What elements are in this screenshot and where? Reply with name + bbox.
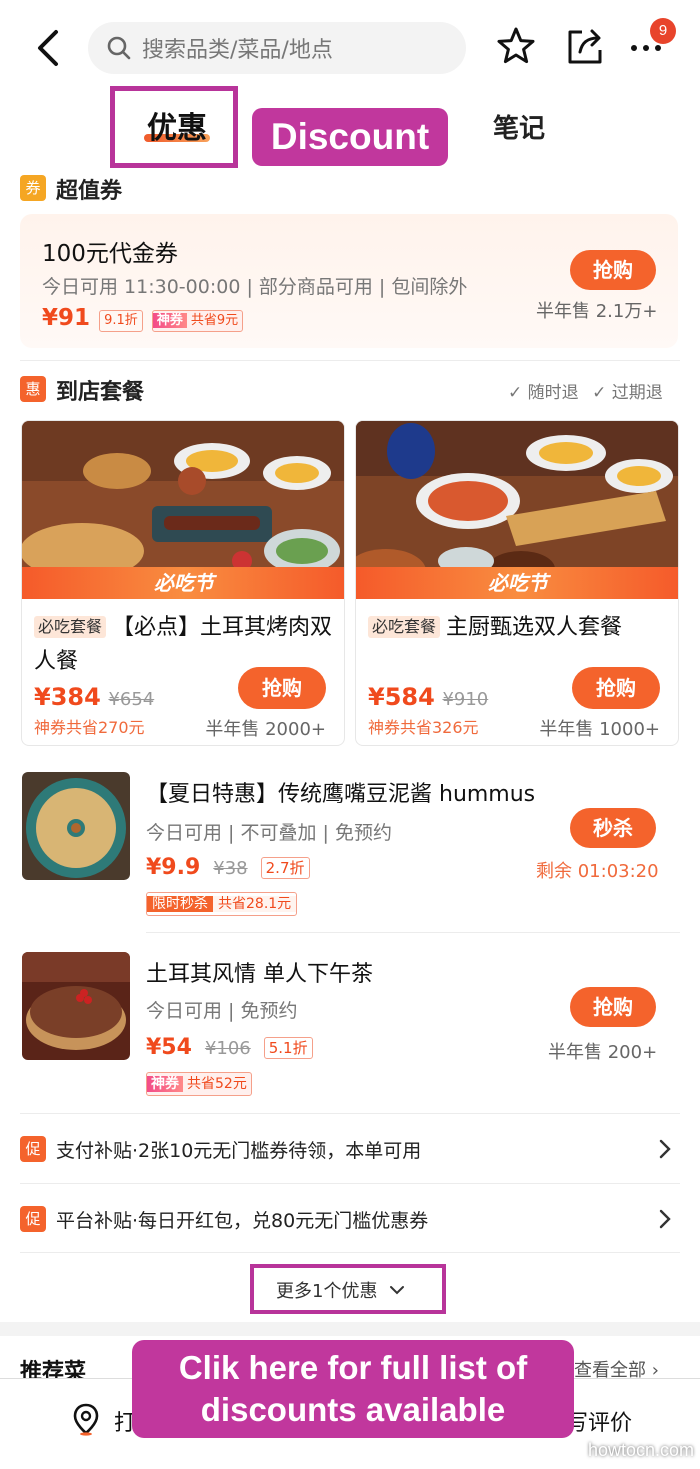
- item-subtitle: 今日可用 | 不可叠加 | 免预约: [146, 822, 392, 844]
- flash-sale-tag: 限时秒杀 共省28.1元: [146, 892, 298, 916]
- voucher-price-row: ¥91 9.1折 神券 共省9元: [42, 305, 244, 332]
- promo-text: 平台补贴·每日开红包，兑80元无门槛优惠券: [56, 1210, 429, 1232]
- afternoon-tea-image: [22, 952, 130, 1060]
- more-discounts-text: 更多1个优惠: [276, 1281, 378, 1302]
- coupon-savings-tag: 神券 共省9元: [151, 309, 244, 332]
- hummus-image: [22, 772, 130, 880]
- callout-line-1: Clik here for full list of: [178, 1349, 528, 1386]
- refund-policy: ✓ 随时退 ✓ 过期退: [508, 378, 663, 403]
- countdown-timer: 剩余 01:03:20: [536, 861, 659, 882]
- refund-any-time: 随时退: [527, 383, 579, 403]
- more-discounts-label[interactable]: 更多1个优惠: [276, 1277, 405, 1303]
- package-price: ¥384: [34, 683, 101, 711]
- item-discount: 2.7折: [260, 857, 310, 879]
- tab-discounts[interactable]: 优惠: [147, 103, 207, 147]
- must-eat-tag: 必吃套餐: [34, 616, 107, 638]
- package-card[interactable]: 必吃节 必吃套餐 主厨甄选双人套餐 ¥584 ¥910 神券共省326元 抢购 半…: [355, 420, 679, 746]
- discount-callout: Discount: [252, 108, 448, 166]
- chevron-right-icon: [659, 1139, 671, 1159]
- notification-badge: 9: [650, 18, 676, 44]
- flash-sale-label: 限时秒杀: [147, 896, 213, 912]
- check-icon: ✓: [592, 383, 607, 403]
- voucher-section-title: 超值券: [56, 179, 123, 204]
- divider: [146, 932, 680, 933]
- refund-expired: 过期退: [611, 383, 663, 403]
- promo-icon: 促: [20, 1206, 46, 1232]
- voucher-subtitle: 今日可用 11:30-00:00 | 部分商品可用 | 包间除外: [42, 276, 468, 298]
- package-sold: 半年售 1000+: [539, 719, 660, 740]
- package-price-row: ¥584 ¥910: [368, 683, 488, 711]
- divider: [20, 1183, 680, 1184]
- payment-subsidy-row[interactable]: 促 支付补贴·2张10元无门槛券待领，本单可用: [20, 1116, 682, 1182]
- item-original-price: ¥38: [213, 858, 248, 879]
- item-title[interactable]: 土耳其风情 单人下午茶: [146, 956, 373, 988]
- festival-banner: 必吃节: [22, 567, 344, 599]
- package-title: 主厨甄选双人套餐: [446, 615, 623, 640]
- search-icon: [107, 36, 131, 60]
- callout-line-2: discounts available: [200, 1391, 506, 1428]
- chevron-right-icon: [659, 1209, 671, 1229]
- check-icon: ✓: [508, 383, 523, 403]
- voucher-sold: 半年售 2.1万+: [536, 301, 658, 322]
- coupon-savings-tag: 神券 共省52元: [146, 1072, 252, 1096]
- back-arrow-icon[interactable]: [30, 26, 70, 70]
- package-buy-button[interactable]: 抢购: [238, 667, 326, 709]
- package-card[interactable]: 必吃节 必吃套餐 【必点】土耳其烤肉双人餐 ¥384 ¥654 神券共省270元 …: [21, 420, 345, 746]
- item-price-row: ¥54 ¥106 5.1折: [146, 1035, 313, 1060]
- coupon-tag-label: 神券: [152, 312, 187, 328]
- coupon-tag-label: 神券: [147, 1076, 183, 1092]
- package-title-line: 必吃套餐 主厨甄选双人套餐: [368, 611, 668, 645]
- package-price-row: ¥384 ¥654: [34, 683, 154, 711]
- package-sold: 半年售 2000+: [205, 719, 326, 740]
- item-price-row: ¥9.9 ¥38 2.7折: [146, 855, 310, 880]
- divider: [20, 1113, 680, 1114]
- star-icon[interactable]: [494, 24, 538, 68]
- share-icon[interactable]: [564, 24, 608, 68]
- location-pin-icon[interactable]: [72, 1402, 100, 1436]
- festival-banner: 必吃节: [356, 567, 678, 599]
- voucher-buy-button[interactable]: 抢购: [570, 250, 656, 290]
- package-original-price: ¥654: [108, 689, 155, 710]
- item-sold: 半年售 200+: [548, 1042, 658, 1063]
- divider: [20, 1252, 680, 1253]
- flash-sale-savings: 共省28.1元: [213, 896, 297, 912]
- tab-notes[interactable]: 笔记: [493, 108, 545, 145]
- item-discount: 5.1折: [263, 1037, 313, 1059]
- chevron-down-icon: [390, 1286, 405, 1295]
- item-subtitle: 今日可用 | 免预约: [146, 1000, 298, 1022]
- section-separator: [0, 1322, 700, 1336]
- coupon-tag-savings: 共省9元: [190, 312, 239, 328]
- item-title[interactable]: 【夏日特惠】传统鹰嘴豆泥酱 hummus: [146, 776, 535, 808]
- voucher-section-icon: 券: [20, 175, 46, 201]
- voucher-price: ¥91: [42, 305, 91, 331]
- divider: [20, 360, 680, 361]
- full-list-callout: Clik here for full list of discounts ava…: [132, 1340, 574, 1438]
- package-section-icon: 惠: [20, 376, 46, 402]
- search-input[interactable]: 搜索品类/菜品/地点: [88, 22, 466, 74]
- promo-icon: 促: [20, 1136, 46, 1162]
- package-savings: 神券共省270元: [34, 718, 145, 737]
- package-price: ¥584: [368, 683, 435, 711]
- item-original-price: ¥106: [204, 1038, 251, 1059]
- item-price: ¥54: [146, 1035, 192, 1060]
- write-review-button[interactable]: 写评价: [566, 1405, 632, 1437]
- voucher-title: 100元代金券: [42, 241, 178, 267]
- promo-text: 支付补贴·2张10元无门槛券待领，本单可用: [56, 1140, 422, 1162]
- platform-subsidy-row[interactable]: 促 平台补贴·每日开红包，兑80元无门槛优惠券: [20, 1186, 682, 1252]
- package-savings: 神券共省326元: [368, 718, 479, 737]
- package-original-price: ¥910: [442, 689, 489, 710]
- voucher-discount: 9.1折: [99, 309, 143, 332]
- package-buy-button[interactable]: 抢购: [572, 667, 660, 709]
- item-price: ¥9.9: [146, 855, 201, 880]
- must-eat-tag: 必吃套餐: [368, 616, 441, 638]
- item-buy-button[interactable]: 抢购: [570, 987, 656, 1027]
- search-placeholder: 搜索品类/菜品/地点: [142, 38, 333, 63]
- package-section-title: 到店套餐: [56, 380, 145, 405]
- watermark: howtocn.com: [588, 1440, 695, 1460]
- flash-sale-button[interactable]: 秒杀: [570, 808, 656, 848]
- coupon-tag-savings: 共省52元: [187, 1076, 247, 1092]
